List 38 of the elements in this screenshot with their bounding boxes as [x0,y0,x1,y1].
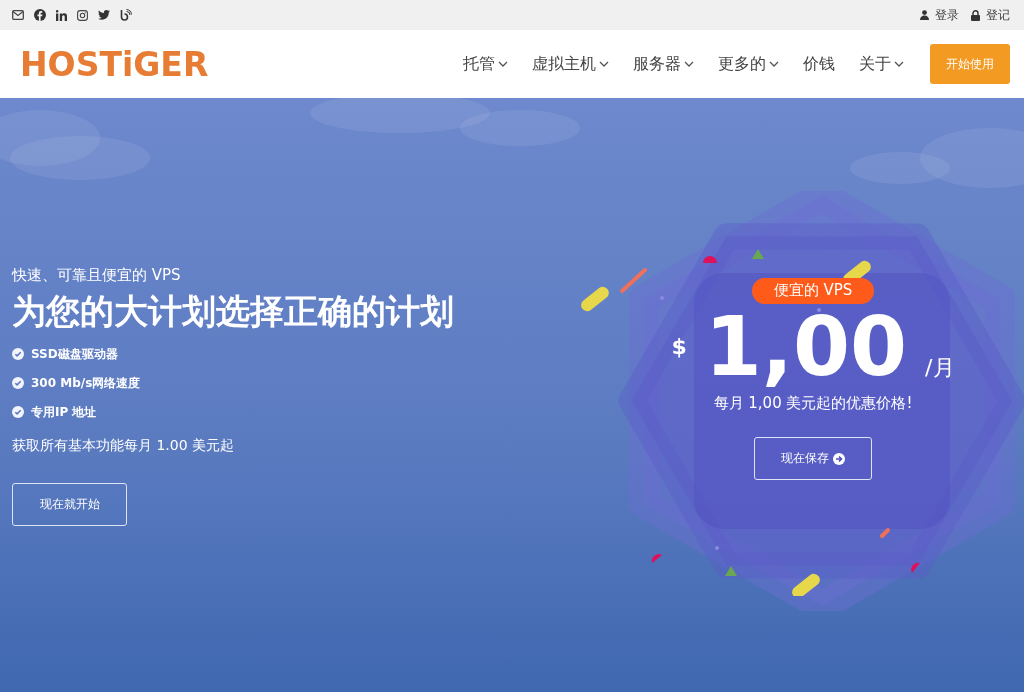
nav-link[interactable]: 更多的 [718,53,779,75]
facebook-icon[interactable] [34,9,46,21]
hero-title: 为您的大计划选择正确的计划 [12,291,455,332]
linkedin-icon[interactable] [56,9,67,21]
save-now-button[interactable]: 现在保存 [754,437,872,481]
hero-subtitle: 快速、可靠且便宜的 VPS [12,266,182,285]
user-icon [920,10,929,20]
mail-icon[interactable] [12,10,24,20]
promo-caption: 每月 1,00 美元起的优惠价格! [713,394,913,414]
nav-link[interactable]: 价钱 [803,53,835,75]
chevron-down-icon [684,61,694,67]
feature-text: 专用IP 地址 [31,403,97,421]
twitter-icon[interactable] [98,10,110,20]
arrow-circle-icon [833,452,845,465]
check-circle-icon [12,348,24,361]
chevron-down-icon [769,61,779,67]
price: 1,00 [704,304,908,391]
start-now-button[interactable]: 现在就开始 [12,482,127,526]
nav-link[interactable]: 关于 [859,53,904,75]
promo-badge: 便宜的 VPS [751,278,875,304]
chevron-down-icon [599,61,609,67]
instagram-icon[interactable] [77,9,88,21]
currency-sign: $ [671,334,687,359]
chevron-down-icon [894,61,904,67]
check-circle-icon [12,406,24,419]
check-circle-icon [12,377,24,390]
nav-link[interactable]: 虚拟主机 [532,53,609,75]
lock-icon [971,9,980,21]
nav-link[interactable]: 服务器 [633,53,694,75]
blog-icon[interactable] [120,9,132,21]
account-link[interactable]: 登记 [971,6,1010,24]
hero-note: 获取所有基本功能每月 1.00 美元起 [12,436,236,455]
nav-link[interactable]: 托管 [463,53,508,75]
chevron-down-icon [498,61,508,67]
price-period: /月 [925,354,955,382]
account-link[interactable]: 登录 [920,6,959,24]
feature-text: 300 Mb/s网络速度 [31,374,141,392]
feature-text: SSD磁盘驱动器 [31,345,118,363]
